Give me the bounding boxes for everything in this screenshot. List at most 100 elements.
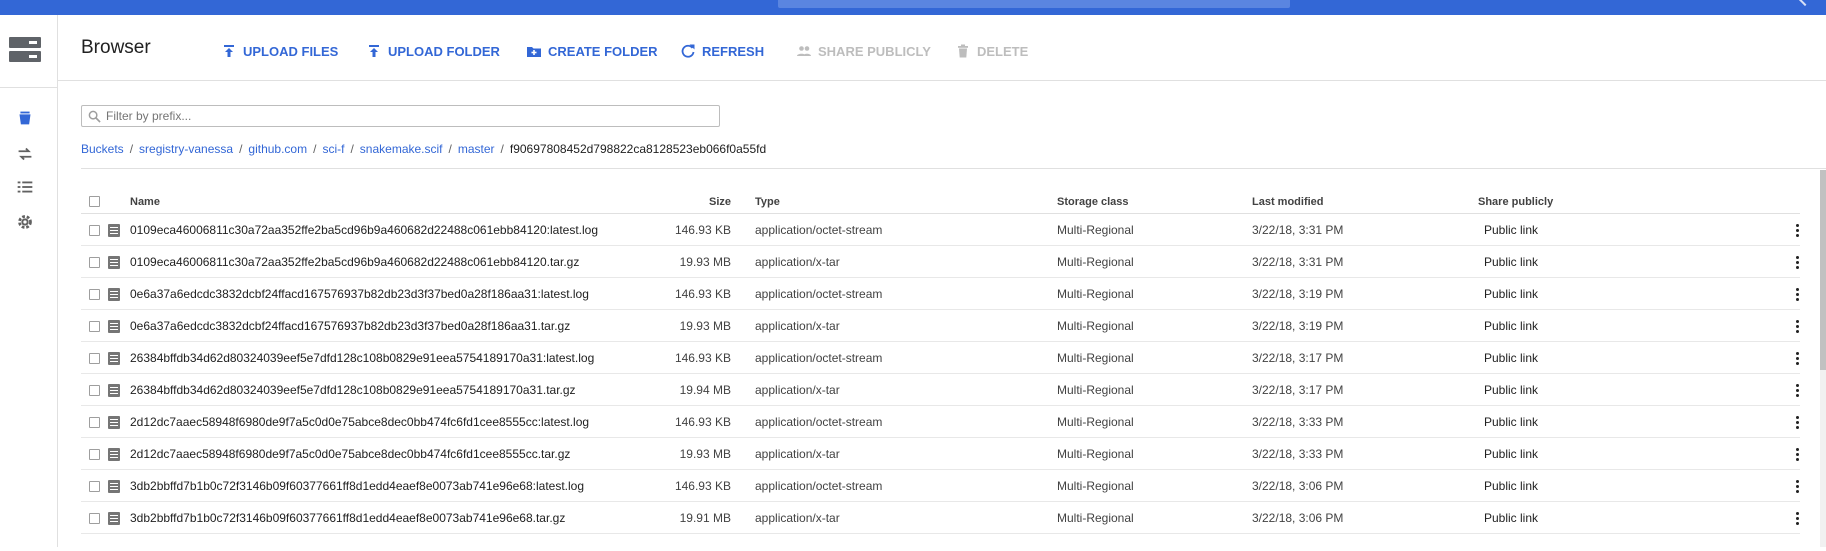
object-name[interactable]: 3db2bbffd7b1b0c72f3146b09f60377661ff8d1e… [130,469,628,502]
public-link[interactable]: Public link [1478,319,1538,333]
more-options-icon[interactable] [1796,511,1800,525]
row-checkbox[interactable] [89,384,100,396]
object-name[interactable]: 0109eca46006811c30a72aa352ffe2ba5cd96b9a… [130,213,628,246]
breadcrumb-link-bucket[interactable]: sregistry-vanessa [139,142,233,156]
column-header-share-publicly[interactable]: Share publicly [1478,190,1620,214]
table-row[interactable]: 3db2bbffd7b1b0c72f3146b09f60377661ff8d1e… [81,501,1800,534]
object-type: application/x-tar [755,437,1057,470]
file-icon [108,479,120,493]
column-header-name[interactable]: Name [130,190,628,214]
public-link[interactable]: Public link [1478,255,1538,269]
object-name[interactable]: 0e6a37a6edcdc3832dcbf24ffacd167576937b82… [130,277,628,310]
object-storage-class: Multi-Regional [1057,245,1252,278]
settings-gear-icon[interactable] [14,211,36,233]
more-options-icon[interactable] [1796,287,1800,301]
object-name[interactable]: 26384bffdb34d62d80324039eef5e7dfd128c108… [130,373,628,406]
breadcrumb-link-folder[interactable]: snakemake.scif [360,142,443,156]
refresh-button[interactable]: REFRESH [680,41,764,61]
row-checkbox[interactable] [89,448,100,460]
breadcrumb: Buckets / sregistry-vanessa / github.com… [81,142,766,156]
more-options-icon[interactable] [1796,351,1800,365]
object-name[interactable]: 0e6a37a6edcdc3832dcbf24ffacd167576937b82… [130,309,628,342]
object-type: application/x-tar [755,245,1057,278]
object-size: 19.93 MB [628,437,731,470]
row-checkbox[interactable] [89,256,100,268]
column-header-size[interactable]: Size [628,190,731,214]
breadcrumb-separator: / [239,142,243,156]
public-link[interactable]: Public link [1478,351,1538,365]
scrollbar[interactable] [1820,170,1826,547]
chevron-icon[interactable] [1797,0,1813,7]
breadcrumb-link-folder[interactable]: github.com [248,142,307,156]
object-name[interactable]: 0109eca46006811c30a72aa352ffe2ba5cd96b9a… [130,245,628,278]
share-publicly-button[interactable]: SHARE PUBLICLY [796,41,931,61]
table-row[interactable]: 26384bffdb34d62d80324039eef5e7dfd128c108… [81,373,1800,406]
object-name[interactable]: 26384bffdb34d62d80324039eef5e7dfd128c108… [130,341,628,374]
object-storage-class: Multi-Regional [1057,373,1252,406]
object-name[interactable]: 3db2bbffd7b1b0c72f3146b09f60377661ff8d1e… [130,501,628,534]
breadcrumb-link-folder[interactable]: sci-f [322,142,344,156]
object-type: application/x-tar [755,501,1057,534]
more-options-icon[interactable] [1796,415,1800,429]
table-row[interactable]: 2d12dc7aaec58948f6980de9f7a5c0d0e75abce8… [81,405,1800,438]
console-search-box[interactable] [778,0,1290,8]
breadcrumb-link-buckets[interactable]: Buckets [81,142,124,156]
delete-button[interactable]: DELETE [955,41,1028,61]
public-link[interactable]: Public link [1478,479,1538,493]
breadcrumb-link-folder[interactable]: master [458,142,495,156]
create-folder-button[interactable]: CREATE FOLDER [526,41,658,61]
breadcrumb-separator: / [350,142,354,156]
table-row[interactable]: 3db2bbffd7b1b0c72f3146b09f60377661ff8d1e… [81,469,1800,502]
transfer-icon[interactable] [14,143,36,165]
row-checkbox[interactable] [89,352,100,364]
table-row[interactable]: 26384bffdb34d62d80324039eef5e7dfd128c108… [81,341,1800,374]
upload-icon [224,45,234,57]
public-link[interactable]: Public link [1478,223,1538,237]
row-checkbox[interactable] [89,288,100,300]
table-row[interactable]: 0e6a37a6edcdc3832dcbf24ffacd167576937b82… [81,309,1800,342]
filter-input[interactable] [106,107,706,125]
column-header-type[interactable]: Type [755,190,1057,214]
row-checkbox[interactable] [89,512,100,524]
transfer-list-icon[interactable] [14,176,36,198]
more-options-icon[interactable] [1796,447,1800,461]
object-size: 146.93 KB [628,213,731,246]
select-all-checkbox[interactable] [89,196,100,208]
row-checkbox[interactable] [89,416,100,428]
object-storage-class: Multi-Regional [1057,405,1252,438]
object-name[interactable]: 2d12dc7aaec58948f6980de9f7a5c0d0e75abce8… [130,405,628,438]
storage-product-icon[interactable] [9,35,41,63]
column-header-last-modified[interactable]: Last modified [1252,190,1478,214]
file-icon [108,223,120,237]
top-app-bar [0,0,1826,15]
object-last-modified: 3/22/18, 3:19 PM [1252,309,1478,342]
table-row[interactable]: 0e6a37a6edcdc3832dcbf24ffacd167576937b82… [81,277,1800,310]
divider [81,168,1826,169]
row-checkbox[interactable] [89,224,100,236]
scrollbar-thumb[interactable] [1820,170,1826,370]
object-name[interactable]: 2d12dc7aaec58948f6980de9f7a5c0d0e75abce8… [130,437,628,470]
table-row[interactable]: 0109eca46006811c30a72aa352ffe2ba5cd96b9a… [81,213,1800,246]
column-header-storage-class[interactable]: Storage class [1057,190,1252,214]
public-link[interactable]: Public link [1478,287,1538,301]
row-checkbox[interactable] [89,320,100,332]
more-options-icon[interactable] [1796,319,1800,333]
more-options-icon[interactable] [1796,383,1800,397]
create-folder-label: CREATE FOLDER [548,43,658,59]
bucket-icon[interactable] [14,107,36,129]
more-options-icon[interactable] [1796,479,1800,493]
more-options-icon[interactable] [1796,255,1800,269]
object-type: application/octet-stream [755,469,1057,502]
public-link[interactable]: Public link [1478,415,1538,429]
more-options-icon[interactable] [1796,223,1800,237]
upload-folder-button[interactable]: UPLOAD FOLDER [366,41,500,61]
breadcrumb-separator: / [448,142,452,156]
public-link[interactable]: Public link [1478,511,1538,525]
public-link[interactable]: Public link [1478,383,1538,397]
public-link[interactable]: Public link [1478,447,1538,461]
table-row[interactable]: 0109eca46006811c30a72aa352ffe2ba5cd96b9a… [81,245,1800,278]
upload-files-button[interactable]: UPLOAD FILES [221,41,338,61]
object-last-modified: 3/22/18, 3:17 PM [1252,341,1478,374]
row-checkbox[interactable] [89,480,100,492]
table-row[interactable]: 2d12dc7aaec58948f6980de9f7a5c0d0e75abce8… [81,437,1800,470]
